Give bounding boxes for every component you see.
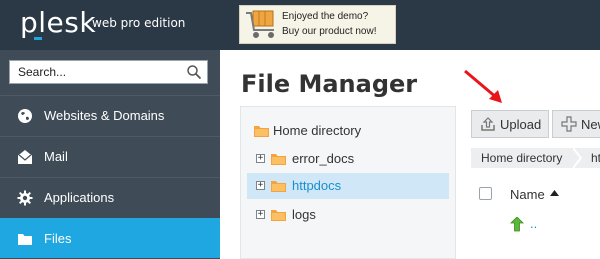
breadcrumb-item-home[interactable]: Home directory xyxy=(481,151,562,165)
tree-item-logs[interactable]: + logs xyxy=(241,202,455,228)
new-label: New xyxy=(581,117,600,132)
tree-item-home-directory[interactable]: Home directory xyxy=(241,118,455,144)
gear-icon xyxy=(17,190,33,206)
sidebar-item-label: Mail xyxy=(44,149,68,164)
buy-promo-banner[interactable]: Enjoyed the demo? Buy our product now! xyxy=(239,5,396,44)
logo-accent xyxy=(34,37,42,40)
sidebar: Websites & Domains Mail Applications Fil… xyxy=(0,50,220,259)
folder-icon xyxy=(271,181,286,192)
promo-line-1: Enjoyed the demo? xyxy=(282,11,369,22)
expand-icon[interactable]: + xyxy=(256,181,265,190)
edition-label: web pro edition xyxy=(92,16,186,30)
breadcrumb-item-current[interactable]: httpdocs xyxy=(591,151,600,165)
upload-icon xyxy=(481,117,495,131)
expand-icon[interactable]: + xyxy=(256,210,265,219)
name-column-header[interactable]: Name xyxy=(510,187,545,202)
mail-icon xyxy=(17,150,33,164)
folder-icon xyxy=(271,154,286,165)
upload-label: Upload xyxy=(500,117,542,132)
tree-item-label: Home directory xyxy=(273,123,362,138)
tree-item-error-docs[interactable]: + error_docs xyxy=(241,146,455,172)
globe-icon xyxy=(18,109,32,123)
select-all-checkbox[interactable] xyxy=(479,187,492,200)
file-list-header: Name xyxy=(471,180,600,208)
sidebar-item-label: Websites & Domains xyxy=(44,108,165,123)
up-arrow-icon xyxy=(510,217,524,232)
upload-button[interactable]: Upload xyxy=(471,110,549,138)
folder-icon xyxy=(271,210,286,221)
plus-icon xyxy=(561,116,577,132)
shopping-cart-icon xyxy=(246,10,274,38)
tree-item-label: httpdocs xyxy=(292,178,342,193)
expand-icon[interactable]: + xyxy=(256,154,265,163)
logo-text: plesk xyxy=(20,6,97,39)
sidebar-item-applications[interactable]: Applications xyxy=(0,177,220,217)
promo-line-2: Buy our product now! xyxy=(282,26,377,37)
folder-icon xyxy=(18,234,32,245)
page-title: File Manager xyxy=(241,70,418,98)
tree-item-httpdocs[interactable]: + httpdocs xyxy=(247,173,449,199)
chevron-right-icon xyxy=(573,148,583,168)
search-box xyxy=(9,60,208,84)
sort-ascending-icon[interactable] xyxy=(550,189,559,197)
sidebar-item-files[interactable]: Files xyxy=(0,218,220,258)
search-icon[interactable] xyxy=(186,64,202,80)
sidebar-item-mail[interactable]: Mail xyxy=(0,136,220,176)
sidebar-item-websites-domains[interactable]: Websites & Domains xyxy=(0,95,220,135)
tree-item-label: logs xyxy=(292,207,316,222)
top-bar: plesk web pro edition Enjoyed the demo? … xyxy=(0,0,600,50)
folder-icon xyxy=(254,126,269,137)
search-input[interactable] xyxy=(10,61,185,83)
file-toolbar: Upload New xyxy=(471,110,600,138)
breadcrumb: Home directory httpdocs xyxy=(471,148,600,168)
parent-directory-link[interactable]: .. xyxy=(530,216,537,231)
tree-item-label: error_docs xyxy=(292,151,355,166)
sidebar-item-label: Files xyxy=(44,231,72,246)
directory-tree: Home directory + error_docs + httpdocs +… xyxy=(240,106,456,259)
annotation-arrow-icon xyxy=(464,69,502,103)
sidebar-item-label: Applications xyxy=(44,190,115,205)
new-button[interactable]: New xyxy=(552,110,600,138)
